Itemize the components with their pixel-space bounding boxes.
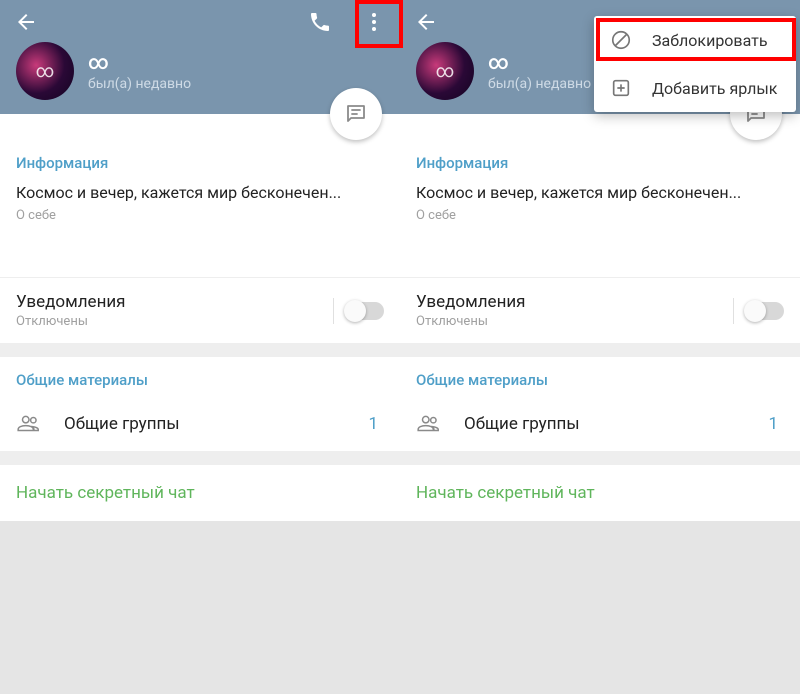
profile-text: ∞ был(а) недавно (88, 50, 191, 92)
screen-left: ∞ был(а) недавно Информация Космос и веч… (0, 0, 400, 694)
profile-name: ∞ (488, 50, 591, 74)
separator (333, 298, 334, 324)
info-title: Информация (416, 154, 784, 172)
groups-label: Общие группы (64, 414, 368, 434)
groups-count: 1 (368, 414, 378, 434)
notifications-row[interactable]: Уведомления Отключены (0, 278, 400, 343)
notifications-toggle[interactable] (746, 302, 784, 320)
screen-right: ∞ был(а) недавно Информация Космос и веч… (400, 0, 800, 694)
notifications-status: Отключены (416, 314, 733, 329)
divider (400, 343, 800, 357)
people-icon (416, 411, 442, 437)
start-secret-chat[interactable]: Начать секретный чат (0, 465, 400, 521)
divider (400, 451, 800, 465)
bio-label: О себе (416, 208, 784, 223)
profile-status: был(а) недавно (488, 76, 591, 92)
avatar[interactable] (16, 42, 74, 100)
separator (733, 298, 734, 324)
arrow-left-icon (414, 10, 438, 34)
groups-count: 1 (768, 414, 778, 434)
notifications-label: Уведомления (16, 292, 333, 312)
bio-text: Космос и вечер, кажется мир бесконечен..… (16, 182, 384, 204)
shared-section: Общие материалы (0, 357, 400, 405)
back-button[interactable] (406, 2, 446, 42)
divider (0, 343, 400, 357)
chat-icon (344, 102, 368, 126)
notifications-toggle[interactable] (346, 302, 384, 320)
back-button[interactable] (6, 2, 46, 42)
notifications-status: Отключены (16, 314, 333, 329)
shared-section: Общие материалы (400, 357, 800, 405)
bio-label: О себе (16, 208, 384, 223)
shared-title: Общие материалы (416, 371, 784, 389)
add-shortcut-icon (610, 77, 632, 99)
more-vert-icon (362, 10, 386, 34)
profile-row[interactable]: ∞ был(а) недавно (0, 42, 400, 100)
profile-text: ∞ был(а) недавно (488, 50, 591, 92)
bio-text: Космос и вечер, кажется мир бесконечен..… (416, 182, 784, 204)
arrow-left-icon (14, 10, 38, 34)
groups-row[interactable]: Общие группы 1 (0, 405, 400, 451)
menu-item-shortcut[interactable]: Добавить ярлык (594, 64, 796, 112)
avatar[interactable] (416, 42, 474, 100)
notifications-label: Уведомления (416, 292, 733, 312)
info-title: Информация (16, 154, 384, 172)
context-menu: Заблокировать Добавить ярлык (594, 16, 796, 112)
empty-area (400, 521, 800, 694)
menu-item-block[interactable]: Заблокировать (594, 16, 796, 64)
profile-name: ∞ (88, 50, 191, 74)
profile-status: был(а) недавно (88, 76, 191, 92)
phone-icon (308, 10, 332, 34)
groups-row[interactable]: Общие группы 1 (400, 405, 800, 451)
notifications-row[interactable]: Уведомления Отключены (400, 278, 800, 343)
divider (0, 451, 400, 465)
people-icon (16, 411, 42, 437)
message-fab[interactable] (330, 88, 382, 140)
menu-shortcut-label: Добавить ярлык (652, 79, 777, 98)
start-secret-chat[interactable]: Начать секретный чат (400, 465, 800, 521)
empty-area (0, 521, 400, 694)
more-button[interactable] (354, 2, 394, 42)
header: ∞ был(а) недавно (0, 0, 400, 114)
toolbar (0, 0, 400, 44)
shared-title: Общие материалы (16, 371, 384, 389)
menu-block-label: Заблокировать (652, 31, 768, 50)
groups-label: Общие группы (464, 414, 768, 434)
call-button[interactable] (300, 2, 340, 42)
block-icon (610, 29, 632, 51)
